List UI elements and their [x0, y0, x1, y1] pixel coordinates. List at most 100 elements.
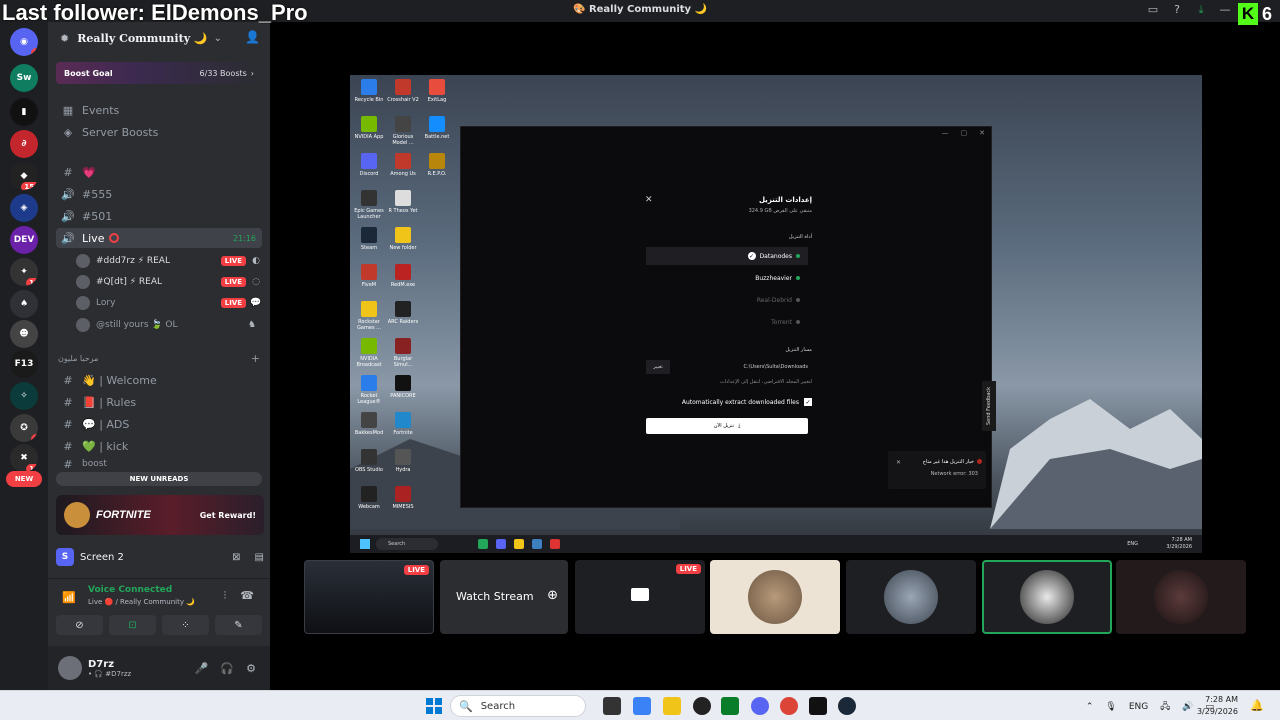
auto-extract-row[interactable]: Automatically extract downloaded files ✓: [682, 398, 812, 406]
desktop-icon[interactable]: Burglar Simul...: [386, 338, 420, 368]
camera-off-button[interactable]: ⊘: [56, 615, 103, 635]
channel-kick[interactable]: # 💚 | kick: [56, 436, 262, 456]
stream-thumbnail-tile[interactable]: LIVE: [304, 560, 434, 634]
server-icon-13[interactable]: ✖ 14: [10, 444, 38, 472]
server-icon-11[interactable]: ✧: [10, 382, 38, 410]
maximize-icon[interactable]: ▢: [961, 129, 968, 137]
channel-rules[interactable]: # 📕 | Rules: [56, 392, 262, 412]
stream-video[interactable]: Recycle Bin Crosshair V2 ExitLag NVIDIA App…: [350, 75, 1202, 553]
terminal-icon[interactable]: [721, 697, 739, 715]
inbox-icon[interactable]: ▭: [1146, 3, 1160, 17]
stream-settings-icon[interactable]: ▤: [255, 552, 264, 563]
voice-user[interactable]: #Q[dt] ⚡ REAL LIVE ◌: [76, 273, 262, 291]
discord-icon[interactable]: [751, 697, 769, 715]
desktop-icon[interactable]: Epic Games Launcher: [352, 190, 386, 220]
fortnite-promo[interactable]: FORTNITE Get Reward!: [56, 495, 264, 535]
desktop-icon[interactable]: Among Us: [386, 153, 420, 177]
add-member-icon[interactable]: 👤: [245, 30, 260, 44]
desktop-icon[interactable]: PANICORE: [386, 375, 420, 399]
option-torrent[interactable]: Torrent: [646, 313, 808, 331]
create-channel-icon[interactable]: +: [251, 352, 260, 365]
tray-chevron-icon[interactable]: ⌃: [1086, 702, 1094, 712]
auto-extract-checkbox[interactable]: ✓: [804, 398, 812, 406]
disconnect-icon[interactable]: ☎: [240, 589, 254, 603]
desktop-icon[interactable]: RedM.exe: [386, 264, 420, 288]
windows-start-button[interactable]: [426, 698, 442, 714]
new-unreads-button[interactable]: NEW UNREADS: [56, 472, 262, 486]
desktop-icon[interactable]: Battle.net: [420, 116, 454, 140]
channel-ads[interactable]: # 💬 | ADS: [56, 414, 262, 434]
option-buzzheavier[interactable]: Buzzheavier: [646, 269, 808, 287]
noise-suppression-icon[interactable]: ⫶: [224, 589, 227, 603]
desktop-icon[interactable]: R.E.P.O.: [420, 153, 454, 177]
channel-555[interactable]: 🔊 #555: [56, 184, 262, 204]
events-item[interactable]: ▦ Events: [56, 100, 262, 120]
server-sw[interactable]: Sw: [10, 64, 38, 92]
desktop-icon[interactable]: ARC Raiders: [386, 301, 420, 325]
widgets-icon[interactable]: [633, 697, 651, 715]
minimize-icon[interactable]: —: [1218, 3, 1232, 17]
avatar[interactable]: [58, 656, 82, 680]
desktop-icon[interactable]: Glorious Model ...: [386, 116, 420, 146]
screen-share-button[interactable]: ⊡: [109, 615, 156, 635]
microphone-icon[interactable]: 🎤: [195, 662, 209, 675]
soundboard-button[interactable]: ✎: [215, 615, 262, 635]
direct-messages-icon[interactable]: ◉ 1: [10, 28, 38, 56]
server-icon-2[interactable]: ▮: [10, 98, 38, 126]
participant-tile-speaking[interactable]: [982, 560, 1112, 634]
help-icon[interactable]: ?: [1170, 3, 1184, 17]
desktop-icon[interactable]: Rocket League®: [352, 375, 386, 405]
boost-goal-bar[interactable]: Boost Goal 6/33 Boosts ›: [56, 62, 262, 84]
desktop-icon[interactable]: R Theos Yet: [386, 190, 420, 214]
download-now-button[interactable]: تنزيل الآن ⤓: [646, 418, 808, 434]
desktop-icon[interactable]: FiveM: [352, 264, 386, 288]
server-icon-12[interactable]: ✪ 4: [10, 414, 38, 442]
participant-tile[interactable]: [1116, 560, 1246, 634]
watch-stream-tile[interactable]: Watch Stream ⊕: [440, 560, 568, 634]
toast-close-icon[interactable]: ✕: [896, 459, 901, 466]
participant-tile[interactable]: [710, 560, 840, 634]
option-real-debrid[interactable]: Real-Debrid: [646, 291, 808, 309]
activities-button[interactable]: ⁘: [162, 615, 209, 635]
network-icon[interactable]: 🖧: [1160, 699, 1170, 715]
chrome-icon[interactable]: [780, 697, 798, 715]
obs-icon[interactable]: [693, 697, 711, 715]
volume-icon[interactable]: 🔊: [1182, 702, 1193, 712]
voice-status[interactable]: Voice Connected: [88, 585, 172, 595]
steam-icon[interactable]: [838, 697, 856, 715]
server-icon-9[interactable]: ☻: [10, 320, 38, 348]
category-header[interactable]: مرحبا مليون: [58, 354, 98, 363]
language-indicator[interactable]: ENG: [1129, 702, 1148, 712]
desktop-icon[interactable]: Webcam: [352, 486, 386, 510]
desktop-icon[interactable]: Discord: [352, 153, 386, 177]
taskbar-search[interactable]: 🔍 Search: [450, 695, 586, 717]
server-icon-5[interactable]: ◈: [10, 194, 38, 222]
server-icon-4[interactable]: ◆ 156: [10, 162, 38, 190]
desktop-icon[interactable]: NVIDIA App: [352, 116, 386, 140]
screen-share-tile[interactable]: LIVE: [575, 560, 705, 634]
server-icon-3[interactable]: ∂: [10, 130, 38, 158]
tray-mic-icon[interactable]: 🎙: [1105, 702, 1116, 712]
voice-user[interactable]: Lory LIVE 💬: [76, 294, 262, 312]
option-datanodes[interactable]: ✓ Datanodes: [646, 247, 808, 265]
download-icon[interactable]: ⤓: [1194, 3, 1208, 17]
desktop-icon[interactable]: Crosshair V2: [386, 79, 420, 103]
desktop-icon[interactable]: BakkesMod: [352, 412, 386, 436]
guild-header[interactable]: ✹ Really Community 🌙 ⌄ 👤: [48, 22, 270, 54]
send-feedback-tab[interactable]: Send Feedback: [982, 381, 996, 431]
desktop-icon[interactable]: MIMESIS: [386, 486, 420, 510]
taskbar-clock[interactable]: 7:28 AM 3/29/2026: [1197, 694, 1238, 718]
gear-icon[interactable]: ⚙: [246, 662, 256, 675]
channel-heart[interactable]: # 💗: [56, 162, 262, 182]
game-app-icon[interactable]: [809, 697, 827, 715]
screen-share-row[interactable]: S Screen 2 ⊠ ▤: [56, 545, 264, 569]
desktop-icon[interactable]: ExitLag: [420, 79, 454, 103]
desktop-icon[interactable]: New folder: [386, 227, 420, 251]
voice-user[interactable]: #ddd7rz ⚡ REAL LIVE ◐: [76, 252, 262, 270]
desktop-icon[interactable]: Recycle Bin: [352, 79, 386, 103]
notification-bell-icon[interactable]: 🔔: [1250, 699, 1264, 712]
desktop-icon[interactable]: OBS Studio: [352, 449, 386, 473]
minimize-icon[interactable]: —: [942, 129, 949, 137]
server-icon-7[interactable]: ✦ 15: [10, 258, 38, 286]
file-explorer-icon[interactable]: [663, 697, 681, 715]
